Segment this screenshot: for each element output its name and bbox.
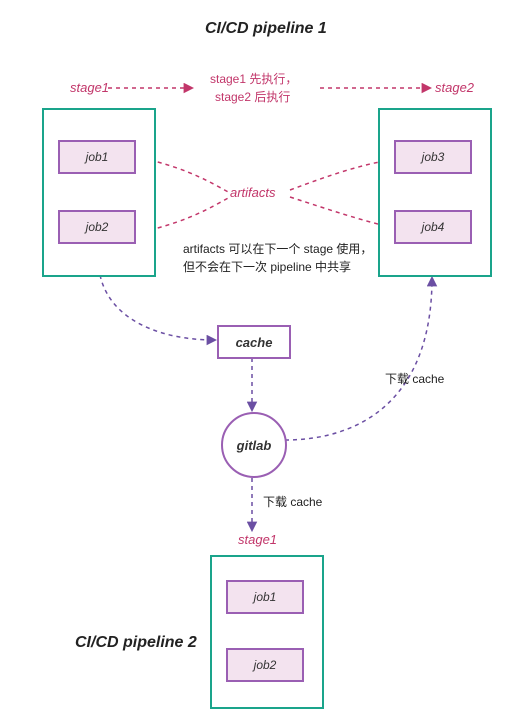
p1-job3: job3 <box>394 140 472 174</box>
download-cache-below: 下载 cache <box>263 493 322 510</box>
p1-job1-label: job1 <box>86 150 109 164</box>
pipeline2-title: CI/CD pipeline 2 <box>75 634 197 652</box>
p1-job3-label: job3 <box>422 150 445 164</box>
artifacts-note-line2: 但不会在下一次 pipeline 中共享 <box>183 258 351 275</box>
gitlab-label: gitlab <box>237 438 272 453</box>
diagram-canvas: CI/CD pipeline 1 CI/CD pipeline 2 stage1… <box>0 0 517 713</box>
p1-job4: job4 <box>394 210 472 244</box>
order-note-line1: stage1 先执行， <box>210 70 297 87</box>
p1-job2: job2 <box>58 210 136 244</box>
p1-stage2-box <box>378 108 492 277</box>
gitlab-node: gitlab <box>221 412 287 478</box>
cache-label: cache <box>236 335 273 350</box>
p2-stage1-label: stage1 <box>238 532 277 547</box>
download-cache-right: 下载 cache <box>385 370 444 387</box>
p2-job2: job2 <box>226 648 304 682</box>
stage2-label: stage2 <box>435 80 474 95</box>
p1-stage1-box <box>42 108 156 277</box>
p1-job1: job1 <box>58 140 136 174</box>
p1-job2-label: job2 <box>86 220 109 234</box>
stage1-label: stage1 <box>70 80 109 95</box>
p2-job2-label: job2 <box>254 658 277 672</box>
p2-job1: job1 <box>226 580 304 614</box>
p1-job4-label: job4 <box>422 220 445 234</box>
artifacts-note-line1: artifacts 可以在下一个 stage 使用， <box>183 240 372 257</box>
cache-box: cache <box>217 325 291 359</box>
artifacts-label: artifacts <box>230 185 276 200</box>
p2-job1-label: job1 <box>254 590 277 604</box>
pipeline1-title: CI/CD pipeline 1 <box>205 20 327 38</box>
order-note-line2: stage2 后执行 <box>215 88 290 105</box>
p2-stage1-box <box>210 555 324 709</box>
